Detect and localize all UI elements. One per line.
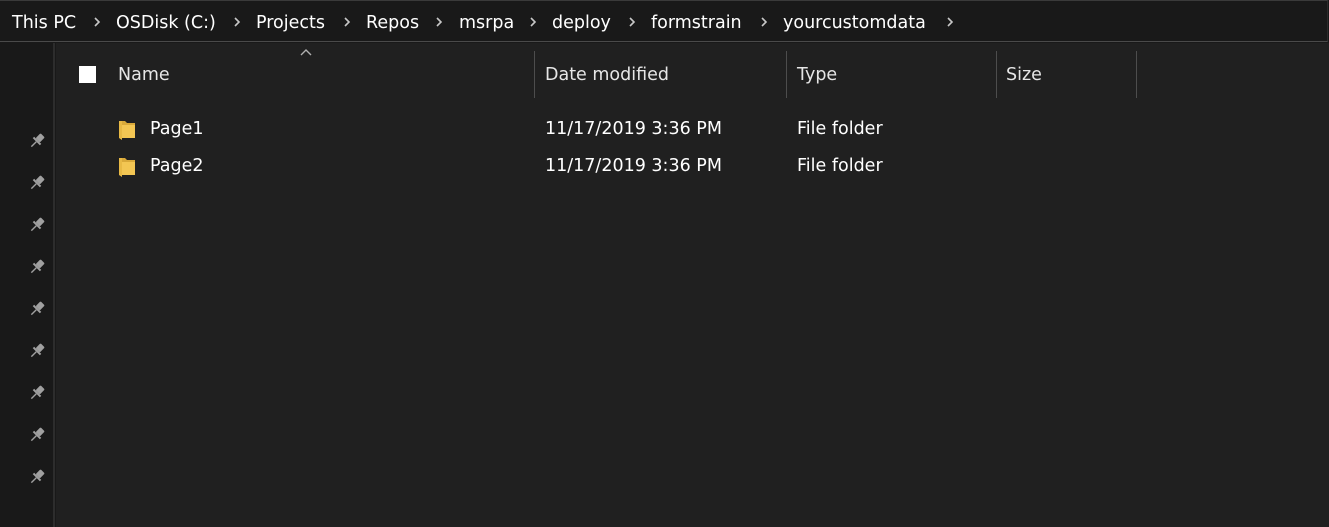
file-list: Name Date modified Type Size Page1 11/17… — [56, 43, 1329, 527]
sort-ascending-icon — [300, 48, 312, 56]
breadcrumb-yourcustomdata[interactable]: yourcustomdata — [783, 11, 926, 35]
column-header-size[interactable]: Size — [1006, 63, 1042, 87]
column-header-row: Name Date modified Type Size — [56, 43, 1329, 99]
pin-icon[interactable] — [27, 131, 47, 151]
chevron-right-icon[interactable] — [435, 15, 443, 29]
chevron-right-icon[interactable] — [628, 15, 636, 29]
pin-icon[interactable] — [27, 257, 47, 277]
column-divider[interactable] — [534, 51, 535, 98]
pin-icon[interactable] — [27, 383, 47, 403]
folder-icon — [118, 154, 136, 178]
column-divider[interactable] — [996, 51, 997, 98]
pin-icon[interactable] — [27, 425, 47, 445]
file-name: Page1 — [150, 119, 204, 139]
breadcrumb-this-pc[interactable]: This PC — [12, 11, 76, 35]
chevron-right-icon[interactable] — [233, 15, 241, 29]
list-item[interactable]: Page1 11/17/2019 3:36 PM File folder — [108, 112, 1188, 147]
file-type: File folder — [797, 119, 883, 139]
chevron-right-icon[interactable] — [343, 15, 351, 29]
navigation-pane — [0, 43, 53, 527]
chevron-right-icon[interactable] — [529, 15, 537, 29]
column-divider[interactable] — [1136, 51, 1137, 98]
pane-divider[interactable] — [53, 43, 55, 527]
column-header-type[interactable]: Type — [797, 63, 837, 87]
column-divider[interactable] — [786, 51, 787, 98]
column-header-name[interactable]: Name — [118, 63, 170, 87]
column-header-date-modified[interactable]: Date modified — [545, 63, 669, 87]
file-name: Page2 — [150, 156, 204, 176]
file-type: File folder — [797, 156, 883, 176]
breadcrumb-deploy[interactable]: deploy — [552, 11, 611, 35]
pin-icon[interactable] — [27, 173, 47, 193]
file-explorer-window: This PC OSDisk (C:) Projects Repos msrpa… — [0, 0, 1329, 527]
list-item[interactable]: Page2 11/17/2019 3:36 PM File folder — [108, 149, 1188, 184]
file-date-modified: 11/17/2019 3:36 PM — [545, 156, 722, 176]
chevron-right-icon[interactable] — [946, 15, 954, 29]
file-date-modified: 11/17/2019 3:36 PM — [545, 119, 722, 139]
pin-icon[interactable] — [27, 299, 47, 319]
chevron-right-icon[interactable] — [93, 15, 101, 29]
select-all-checkbox[interactable] — [79, 66, 96, 83]
folder-icon — [118, 117, 136, 141]
breadcrumb-osdisk[interactable]: OSDisk (C:) — [116, 11, 216, 35]
chevron-right-icon[interactable] — [760, 15, 768, 29]
breadcrumb-formstrain[interactable]: formstrain — [651, 11, 742, 35]
breadcrumb-projects[interactable]: Projects — [256, 11, 325, 35]
pin-icon[interactable] — [27, 215, 47, 235]
breadcrumb-msrpa[interactable]: msrpa — [459, 11, 514, 35]
pin-icon[interactable] — [27, 467, 47, 487]
address-bar[interactable]: This PC OSDisk (C:) Projects Repos msrpa… — [0, 0, 1328, 42]
pin-icon[interactable] — [27, 341, 47, 361]
breadcrumb-repos[interactable]: Repos — [366, 11, 419, 35]
